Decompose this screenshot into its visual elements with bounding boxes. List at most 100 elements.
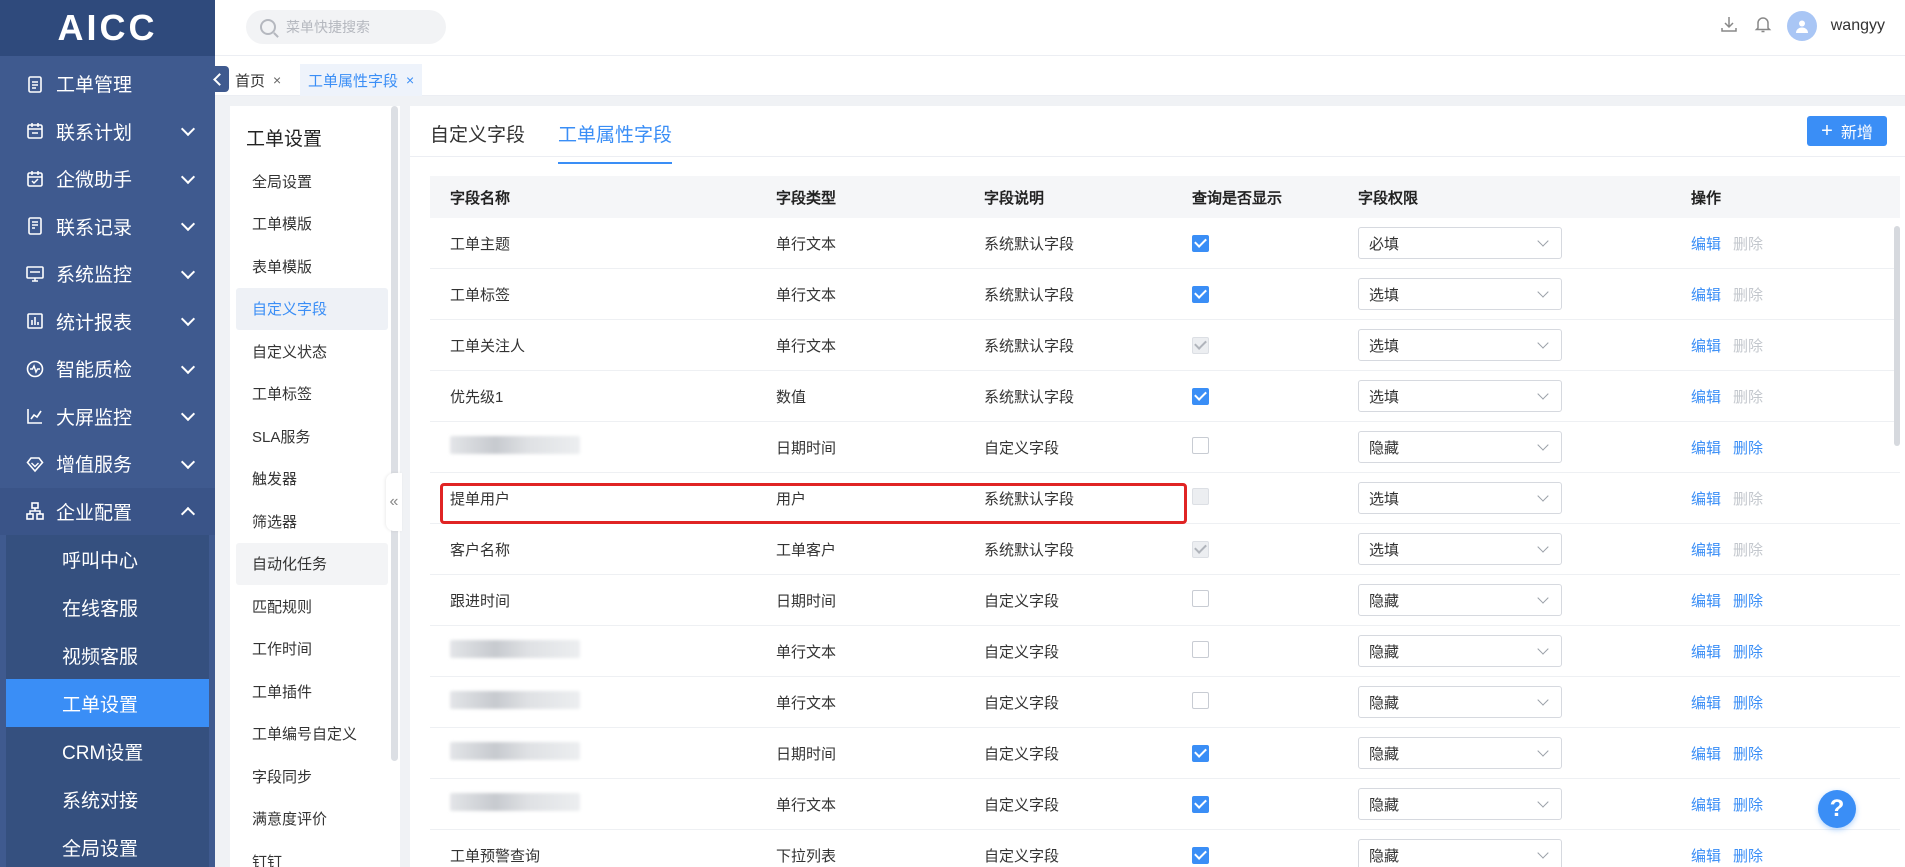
permission-select[interactable]: 隐藏 — [1358, 686, 1562, 718]
sidebar-item-2[interactable]: 企微助手 — [0, 155, 215, 203]
settings-nav-item-0[interactable]: 全局设置 — [236, 160, 388, 203]
sidebar-item-8[interactable]: 增值服务 — [0, 440, 215, 488]
delete-link[interactable]: 删除 — [1733, 692, 1763, 713]
settings-nav-item-13[interactable]: 工单编号自定义 — [236, 713, 388, 756]
show-in-query-checkbox[interactable] — [1192, 589, 1209, 607]
settings-nav-item-10[interactable]: 匹配规则 — [236, 585, 388, 628]
edit-link[interactable]: 编辑 — [1691, 641, 1721, 662]
sidebar-item-6[interactable]: 智能质检 — [0, 345, 215, 393]
permission-select[interactable]: 选填 — [1358, 278, 1562, 310]
delete-link[interactable]: 删除 — [1733, 590, 1763, 611]
delete-link[interactable]: 删除 — [1733, 743, 1763, 764]
close-icon[interactable]: × — [406, 72, 414, 88]
edit-link[interactable]: 编辑 — [1691, 284, 1721, 305]
show-in-query-checkbox[interactable] — [1192, 285, 1209, 303]
settings-nav-item-9[interactable]: 自动化任务 — [236, 542, 388, 585]
show-in-query-checkbox[interactable] — [1192, 795, 1209, 813]
permission-select[interactable]: 选填 — [1358, 533, 1562, 565]
delete-link[interactable]: 删除 — [1733, 845, 1763, 866]
permission-select[interactable]: 隐藏 — [1358, 839, 1562, 867]
edit-link[interactable]: 编辑 — [1691, 590, 1721, 611]
show-in-query-checkbox[interactable] — [1192, 436, 1209, 454]
username[interactable]: wangyy — [1831, 17, 1885, 35]
avatar[interactable] — [1786, 11, 1817, 41]
sidebar-item-0[interactable]: 工单管理 — [0, 60, 215, 108]
sidebar-item-4[interactable]: 系统监控 — [0, 250, 215, 298]
field-desc-cell: 自定义字段 — [984, 694, 1060, 712]
collapse-nav-handle[interactable]: « — [386, 473, 402, 531]
settings-nav-item-6[interactable]: SLA服务 — [236, 415, 388, 458]
sidebar-subitem-0[interactable]: 呼叫中心 — [6, 535, 209, 583]
table-scrollbar[interactable] — [1894, 226, 1900, 446]
delete-link[interactable]: 删除 — [1733, 641, 1763, 662]
sidebar-subitem-2[interactable]: 视频客服 — [6, 631, 209, 679]
delete-link[interactable]: 删除 — [1733, 794, 1763, 815]
tab-custom-fields[interactable]: 自定义字段 — [430, 120, 525, 164]
settings-nav-item-12[interactable]: 工单插件 — [236, 670, 388, 713]
settings-nav-item-8[interactable]: 筛选器 — [236, 500, 388, 543]
sidebar-subitem-4[interactable]: CRM设置 — [6, 727, 209, 775]
chevron-down-icon — [180, 122, 196, 137]
edit-link[interactable]: 编辑 — [1691, 437, 1721, 458]
sidebar-subitem-6[interactable]: 全局设置 — [6, 823, 209, 867]
sidebar-item-3[interactable]: 联系记录 — [0, 203, 215, 251]
permission-select[interactable]: 隐藏 — [1358, 635, 1562, 667]
permission-select[interactable]: 选填 — [1358, 329, 1562, 361]
settings-nav-item-4[interactable]: 自定义状态 — [236, 330, 388, 373]
settings-nav-item-15[interactable]: 满意度评价 — [236, 798, 388, 841]
settings-nav-item-5[interactable]: 工单标签 — [236, 373, 388, 416]
sidebar-item-7[interactable]: 大屏监控 — [0, 393, 215, 441]
sidebar-item-9[interactable]: 企业配置 — [0, 487, 215, 535]
show-in-query-checkbox[interactable] — [1192, 744, 1209, 762]
actions-cell: 编辑 删除 — [1691, 590, 1900, 611]
edit-link[interactable]: 编辑 — [1691, 539, 1721, 560]
edit-link[interactable]: 编辑 — [1691, 794, 1721, 815]
help-button[interactable]: ? — [1818, 790, 1856, 828]
permission-select[interactable]: 隐藏 — [1358, 737, 1562, 769]
add-button[interactable]: + 新增 — [1807, 116, 1887, 146]
settings-nav-item-3[interactable]: 自定义字段 — [236, 287, 388, 330]
page-tab-field-properties[interactable]: 工单属性字段 × — [300, 64, 423, 96]
settings-nav-item-1[interactable]: 工单模版 — [236, 203, 388, 246]
sidebar-subitem-5[interactable]: 系统对接 — [6, 775, 209, 823]
permission-select[interactable]: 隐藏 — [1358, 431, 1562, 463]
show-in-query-checkbox[interactable] — [1192, 640, 1209, 658]
settings-nav-scrollbar[interactable] — [391, 106, 398, 761]
bell-icon[interactable] — [1753, 14, 1773, 39]
show-in-query-checkbox[interactable] — [1192, 387, 1209, 405]
sidebar-item-5[interactable]: 统计报表 — [0, 298, 215, 346]
edit-link[interactable]: 编辑 — [1691, 845, 1721, 866]
edit-link[interactable]: 编辑 — [1691, 233, 1721, 254]
edit-link[interactable]: 编辑 — [1691, 692, 1721, 713]
settings-nav-item-2[interactable]: 表单模版 — [236, 245, 388, 288]
sidebar-subitem-3[interactable]: 工单设置 — [6, 679, 209, 727]
edit-link[interactable]: 编辑 — [1691, 386, 1721, 407]
permission-select[interactable]: 必填 — [1358, 227, 1562, 259]
close-icon[interactable]: × — [273, 72, 281, 88]
settings-nav-item-7[interactable]: 触发器 — [236, 458, 388, 501]
field-type-cell: 单行文本 — [776, 337, 837, 355]
edit-link[interactable]: 编辑 — [1691, 743, 1721, 764]
sidebar-item-1[interactable]: 联系计划 — [0, 108, 215, 156]
sidebar-collapse-button[interactable] — [205, 66, 229, 92]
tab-ticket-property-fields[interactable]: 工单属性字段 — [558, 120, 673, 164]
settings-nav-item-14[interactable]: 字段同步 — [236, 755, 388, 798]
show-in-query-checkbox[interactable] — [1192, 234, 1209, 252]
sidebar-subitem-1[interactable]: 在线客服 — [6, 583, 209, 631]
page-tab-home[interactable]: 首页 × — [227, 64, 289, 96]
edit-link[interactable]: 编辑 — [1691, 488, 1721, 509]
show-in-query-checkbox[interactable] — [1192, 846, 1209, 864]
settings-nav-item-11[interactable]: 工作时间 — [236, 628, 388, 671]
show-in-query-checkbox[interactable] — [1192, 691, 1209, 709]
permission-select[interactable]: 隐藏 — [1358, 788, 1562, 820]
delete-link[interactable]: 删除 — [1733, 437, 1763, 458]
col-header-name: 字段名称 — [450, 189, 511, 207]
download-icon[interactable] — [1719, 14, 1739, 39]
permission-select[interactable]: 隐藏 — [1358, 584, 1562, 616]
permission-select[interactable]: 选填 — [1358, 482, 1562, 514]
settings-nav-item-16[interactable]: 钉钉 — [236, 840, 388, 867]
menu-search-input[interactable]: 菜单快捷搜索 — [246, 10, 446, 44]
edit-link[interactable]: 编辑 — [1691, 335, 1721, 356]
permission-select[interactable]: 选填 — [1358, 380, 1562, 412]
table-body: 工单主题 单行文本 系统默认字段 必填 编辑 删除 工单标签 单行文本 系统默认字段 选填 编辑 删除… — [430, 218, 1900, 867]
